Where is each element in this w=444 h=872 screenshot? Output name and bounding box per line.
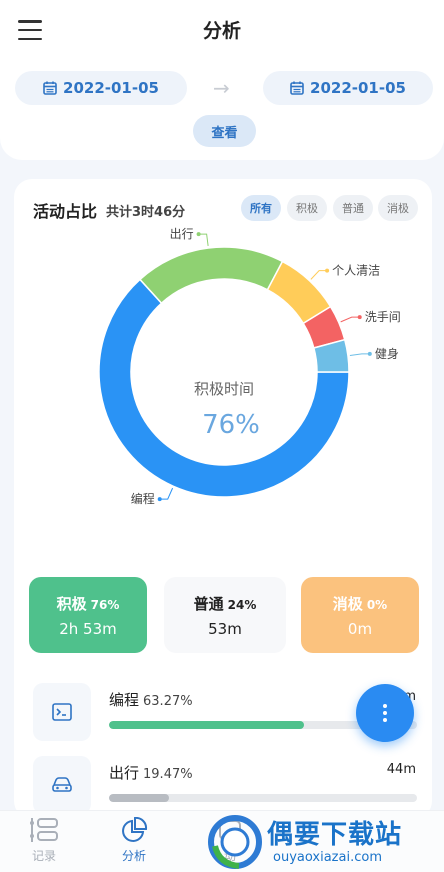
more-dot — [383, 718, 387, 722]
calendar-icon — [43, 81, 57, 95]
more-vertical-icon — [383, 704, 387, 708]
more-dot — [383, 711, 387, 715]
watermark-logo-icon — [208, 815, 262, 869]
item-duration: 44m — [386, 762, 416, 777]
slice-label-4: 健身 — [375, 346, 399, 361]
item-percent: 63.27% — [143, 694, 193, 709]
slice-label-1: 出行 — [170, 227, 194, 241]
item-name: 出行 — [109, 764, 140, 782]
calendar-icon — [290, 81, 304, 95]
leader-line-2 — [310, 270, 328, 280]
start-date-text: 2022-01-05 — [63, 79, 159, 97]
list-item[interactable]: 出行 19.47% 44m — [29, 756, 424, 816]
item-icon-box — [33, 756, 91, 814]
leader-line-3 — [340, 316, 360, 323]
leader-dot-4 — [367, 351, 372, 356]
positive-summary-card[interactable]: 积极 76% 2h 53m — [29, 577, 147, 653]
normal-label: 普通 — [193, 594, 224, 613]
arrow-right-icon: → — [213, 76, 230, 100]
watermark: 偶要下载站 ouyaoxiazai.com — [205, 810, 444, 872]
leader-line-4 — [349, 353, 370, 356]
tab-label: 分析 — [121, 849, 146, 863]
negative-summary-card[interactable]: 消极 0% 0m — [301, 577, 419, 653]
item-progress-fill — [109, 794, 169, 802]
more-fab-button[interactable] — [356, 684, 414, 742]
center-label: 积极时间 — [194, 380, 254, 398]
activity-donut-chart: 编程 出行个人清洁洗手间健身 积极时间 76% — [98, 227, 401, 506]
watermark-url: ouyaoxiazai.com — [273, 850, 382, 865]
record-list-icon — [30, 818, 58, 842]
positive-percent: 76% — [90, 597, 120, 612]
item-progress-track — [109, 794, 417, 802]
leader-line-1 — [198, 233, 209, 247]
leader-dot-0 — [157, 497, 162, 502]
terminal-icon — [52, 703, 72, 721]
donut-slice-1[interactable] — [138, 246, 284, 305]
leader-dot-3 — [357, 315, 362, 320]
item-name: 编程 — [109, 691, 140, 709]
page-title: 分析 — [202, 20, 241, 42]
normal-duration: 53m — [208, 619, 242, 638]
negative-percent: 0% — [366, 597, 388, 612]
item-progress-fill — [109, 721, 304, 729]
normal-summary-card[interactable]: 普通 24% 53m — [164, 577, 286, 653]
end-date-text: 2022-01-05 — [310, 79, 406, 97]
watermark-brand: 偶要下载站 — [267, 820, 403, 850]
car-icon — [52, 777, 72, 792]
normal-percent: 24% — [227, 597, 257, 612]
positive-duration: 2h 53m — [59, 619, 117, 638]
leader-dot-1 — [196, 232, 201, 237]
slice-label-0: 编程 — [131, 491, 155, 506]
center-value: 76% — [202, 410, 260, 440]
leader-dot-2 — [325, 268, 330, 273]
tab-record[interactable]: 记录 — [14, 817, 74, 864]
positive-label: 积极 — [56, 594, 87, 613]
leader-line-0 — [159, 487, 174, 500]
negative-label: 消极 — [332, 594, 363, 613]
item-percent: 19.47% — [143, 767, 193, 782]
negative-duration: 0m — [347, 619, 373, 638]
view-button[interactable]: 查看 — [193, 115, 256, 147]
tab-label: 记录 — [31, 849, 56, 863]
tab-analysis[interactable]: 分析 — [104, 817, 164, 864]
slice-label-2: 个人清洁 — [332, 264, 380, 278]
top-card: 分析 2022-01-05 → 2022-01-05 查看 — [0, 0, 444, 160]
end-date-picker[interactable]: 2022-01-05 — [263, 71, 433, 105]
pie-chart-icon — [122, 817, 148, 842]
slice-label-3: 洗手间 — [365, 310, 401, 324]
start-date-picker[interactable]: 2022-01-05 — [15, 71, 187, 105]
item-icon-box — [33, 683, 91, 741]
